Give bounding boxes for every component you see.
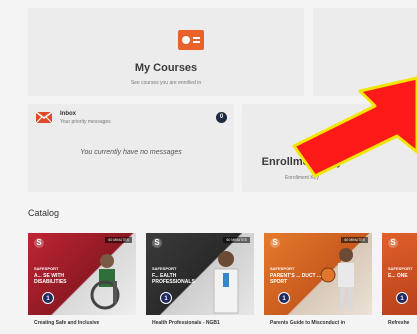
annotation-arrow — [292, 76, 417, 178]
